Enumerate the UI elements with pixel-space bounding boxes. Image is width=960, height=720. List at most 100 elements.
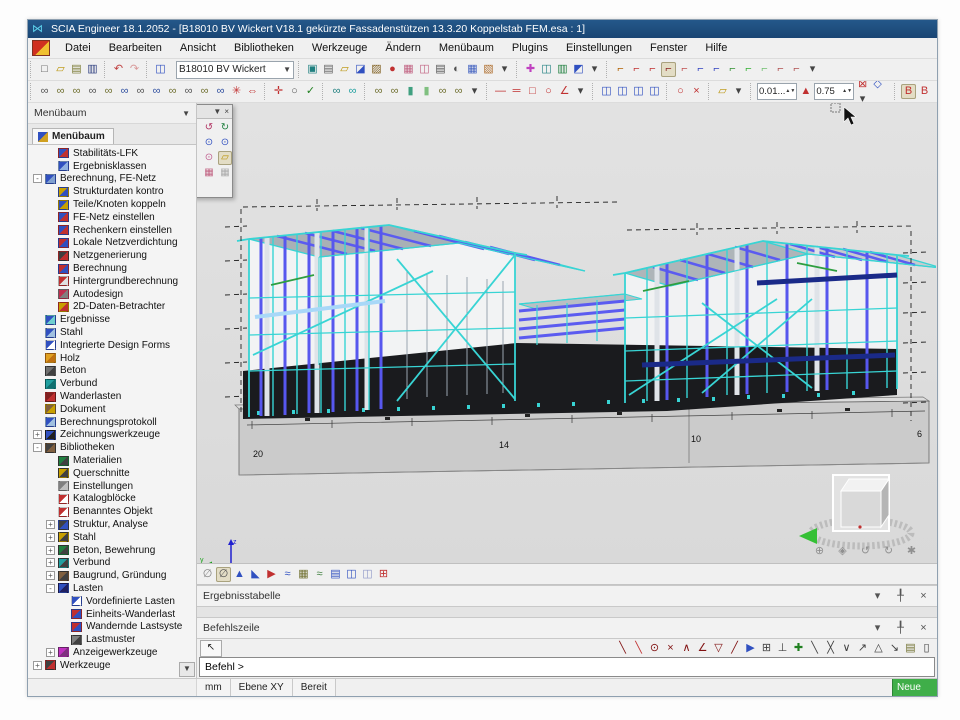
expand-expander-icon[interactable]: + bbox=[33, 661, 42, 670]
save-icon[interactable]: ▥ bbox=[85, 62, 100, 77]
activity-filter-icon[interactable]: ⌐ bbox=[773, 62, 788, 77]
tree-item-lastmuster[interactable]: Lastmuster bbox=[28, 633, 196, 646]
snap-angle-icon[interactable]: ▲ bbox=[798, 84, 813, 99]
select-subtract-icon[interactable]: ∞ bbox=[117, 84, 132, 99]
select-filter-icon[interactable]: ∞ bbox=[213, 84, 228, 99]
search-members-icon[interactable]: ∞ bbox=[371, 84, 386, 99]
select-add-icon[interactable]: ∞ bbox=[101, 84, 116, 99]
corner-view-icon[interactable]: ◣ bbox=[248, 567, 263, 582]
bar-filter-light-icon[interactable]: ▮ bbox=[419, 84, 434, 99]
search-nodes-icon[interactable]: ∞ bbox=[387, 84, 402, 99]
pick-icon[interactable]: ○ bbox=[287, 84, 302, 99]
tree-item-holz[interactable]: Holz bbox=[28, 352, 196, 365]
result-tool-icon[interactable]: B bbox=[917, 84, 932, 99]
activity-filter-icon[interactable]: ⌐ bbox=[741, 62, 756, 77]
expand-expander-icon[interactable]: + bbox=[46, 648, 55, 657]
book-view-icon[interactable]: ▤ bbox=[328, 567, 343, 582]
results-table-panel-header[interactable]: Ergebnisstabelle ▾╀× bbox=[197, 585, 937, 607]
select-previous-icon[interactable]: ∞ bbox=[85, 84, 100, 99]
zoom-selection-icon[interactable]: ⊙ bbox=[202, 151, 216, 165]
draw-circle-icon[interactable]: ○ bbox=[541, 84, 556, 99]
axes-icon[interactable]: ◇ bbox=[870, 81, 885, 92]
view-palette-titlebar[interactable]: Ansi... ▼ × bbox=[197, 105, 232, 119]
scale-spinner-2[interactable]: 0.75 ▲▼ bbox=[814, 83, 854, 100]
zoom-window-icon[interactable]: ⊙ bbox=[202, 136, 216, 150]
gallery-icon[interactable]: ▦ bbox=[401, 62, 416, 77]
nav-cube-icon[interactable]: ◈ bbox=[835, 544, 850, 559]
model-3d[interactable]: 20 14 10 6 z y bbox=[197, 103, 936, 564]
walk-view-icon[interactable]: ↟ bbox=[197, 136, 200, 150]
tree-item-zeichnungswerkzeuge[interactable]: +Zeichnungswerkzeuge bbox=[28, 429, 196, 442]
more-icon[interactable]: ▾ bbox=[497, 62, 512, 77]
copy-attributes-icon[interactable]: ▣ bbox=[305, 62, 320, 77]
menu-fenster[interactable]: Fenster bbox=[641, 40, 696, 56]
select-by-property-icon[interactable]: ∞ bbox=[53, 84, 68, 99]
navigation-cube[interactable] bbox=[799, 475, 911, 546]
draw-parallel-icon[interactable]: ═ bbox=[509, 84, 524, 99]
tree-item-stahl[interactable]: Stahl bbox=[28, 326, 196, 339]
print-icon[interactable]: ▤ bbox=[433, 62, 448, 77]
chart-icon[interactable]: ▥ bbox=[555, 62, 570, 77]
tab-menubaum[interactable]: Menübaum bbox=[32, 128, 114, 144]
rotate-view-icon[interactable]: ↻ bbox=[218, 121, 232, 135]
tree-item-strukturdaten-kontro[interactable]: Strukturdaten kontro bbox=[28, 185, 196, 198]
menu-einstellungen[interactable]: Einstellungen bbox=[557, 40, 641, 56]
close-icon[interactable]: × bbox=[224, 107, 229, 116]
expand-expander-icon[interactable]: + bbox=[46, 520, 55, 529]
chevron-down-icon[interactable]: ▼ bbox=[283, 65, 291, 74]
close-icon[interactable]: × bbox=[916, 621, 931, 636]
result-tool-icon[interactable]: B bbox=[901, 84, 916, 99]
grid-view-icon[interactable]: ⊞ bbox=[376, 567, 391, 582]
arrow-tool-icon[interactable]: ↗ bbox=[855, 641, 870, 656]
save-database-icon[interactable]: ▤ bbox=[69, 62, 84, 77]
tree-item-integrierte-design-forms[interactable]: Integrierte Design Forms bbox=[28, 339, 196, 352]
tree-item-werkzeuge[interactable]: +Werkzeuge bbox=[28, 659, 196, 672]
command-line-panel-header[interactable]: Befehlszeile ▾╀× bbox=[197, 617, 937, 639]
snap-line-icon[interactable]: ╲ bbox=[615, 641, 630, 656]
tree-item-netzgenerierung[interactable]: Netzgenerierung bbox=[28, 249, 196, 262]
bar-tool-icon[interactable]: ▯ bbox=[919, 641, 934, 656]
scale-lock-icon[interactable]: ⊠ bbox=[855, 81, 870, 92]
menu-werkzeuge[interactable]: Werkzeuge bbox=[303, 40, 376, 56]
accept-icon[interactable]: ✓ bbox=[303, 84, 318, 99]
tree-item-einheits-wanderlast[interactable]: Einheits-Wanderlast bbox=[28, 608, 196, 621]
move-icon[interactable]: ✛ bbox=[271, 84, 286, 99]
pointer-mode-button[interactable]: ↖ bbox=[200, 640, 222, 657]
clip-on-icon[interactable]: ∅ bbox=[216, 567, 231, 582]
menu-datei[interactable]: Datei bbox=[56, 40, 100, 56]
tree-item-einstellungen[interactable]: Einstellungen bbox=[28, 480, 196, 493]
tree-item-berechnungsprotokoll[interactable]: Berechnungsprotokoll bbox=[28, 416, 196, 429]
tree-item-hintergrundberechnung[interactable]: Hintergrundberechnung bbox=[28, 275, 196, 288]
workplane-icon[interactable]: ○ bbox=[673, 84, 688, 99]
activity-filter-icon[interactable]: ⌐ bbox=[693, 62, 708, 77]
tree-item-2d-daten-betrachter[interactable]: 2D-Daten-Betrachter bbox=[28, 301, 196, 314]
tree-item-ergebnisse[interactable]: Ergebnisse bbox=[28, 313, 196, 326]
select-all-icon[interactable]: ∞ bbox=[181, 84, 196, 99]
tree-item-struktur-analyse[interactable]: +Struktur, Analyse bbox=[28, 518, 196, 531]
flag-view-icon[interactable]: ▶ bbox=[264, 567, 279, 582]
menu-ansicht[interactable]: Ansicht bbox=[171, 40, 225, 56]
activity-filter-icon[interactable]: ⌐ bbox=[645, 62, 660, 77]
cursor-snap-icon[interactable]: ▶ bbox=[743, 641, 758, 656]
new-project-icon[interactable]: □ bbox=[37, 62, 52, 77]
expand-expander-icon[interactable]: + bbox=[46, 546, 55, 555]
tree-item-stabilitäts-lfk[interactable]: Stabilitäts-LFK bbox=[28, 147, 196, 160]
cross-tool-icon[interactable]: ╳ bbox=[823, 641, 838, 656]
tree-item-katalogblöcke[interactable]: Katalogblöcke bbox=[28, 493, 196, 506]
tree-item-verbund[interactable]: +Verbund bbox=[28, 557, 196, 570]
tree-item-baugrund-gründung[interactable]: +Baugrund, Gründung bbox=[28, 569, 196, 582]
more-icon[interactable]: ▾ bbox=[855, 92, 870, 104]
chain-all-icon[interactable]: ∞ bbox=[345, 84, 360, 99]
search-loads-icon[interactable]: ∞ bbox=[435, 84, 450, 99]
more-icon[interactable]: ▾ bbox=[805, 62, 820, 77]
menu--ndern[interactable]: Ändern bbox=[376, 40, 429, 56]
view-copy-icon[interactable]: ◫ bbox=[631, 84, 646, 99]
expand-expander-icon[interactable]: + bbox=[33, 430, 42, 439]
more-icon[interactable]: ▾ bbox=[731, 84, 746, 99]
bar-filter-icon[interactable]: ▮ bbox=[403, 84, 418, 99]
plane-cell[interactable]: Ebene XY bbox=[231, 679, 293, 696]
nav-rotate-left-icon[interactable]: ↺ bbox=[858, 544, 873, 559]
document-edit-icon[interactable]: ▧ bbox=[481, 62, 496, 77]
chain-icon[interactable]: ∞ bbox=[329, 84, 344, 99]
deselect-icon[interactable]: ∞ bbox=[197, 84, 212, 99]
